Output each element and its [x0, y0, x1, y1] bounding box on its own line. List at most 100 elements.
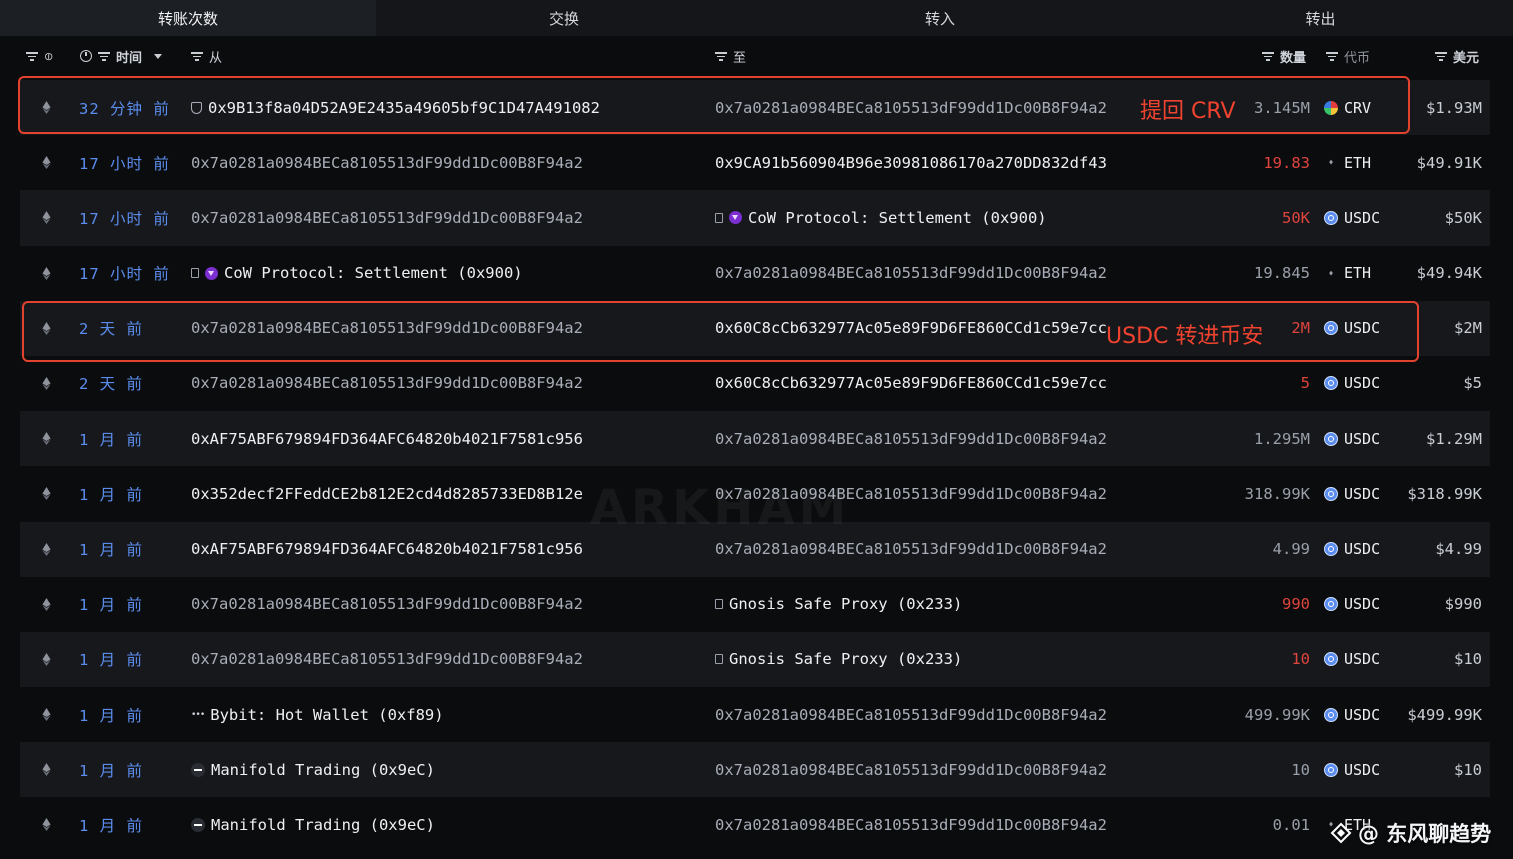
table-row[interactable]: 1 月 前 ••• Bybit: Hot Wallet (0xf89) 0x7a0… — [20, 687, 1490, 742]
header-usd[interactable]: 美元 — [1435, 36, 1479, 76]
time-ago[interactable]: 1 月 前 — [79, 632, 143, 687]
header-token[interactable]: 代币 — [1326, 36, 1370, 76]
token[interactable]: USDC — [1324, 411, 1380, 466]
from-address[interactable]: 0xAF75ABF679894FD364AFC64820b4021F7581c9… — [191, 411, 583, 466]
filter-icon[interactable] — [1326, 51, 1338, 61]
header-from[interactable]: 从 — [191, 36, 222, 76]
to-label: CoW Protocol: Settlement (0x900) — [748, 208, 1047, 227]
from-address[interactable]: ••• Bybit: Hot Wallet (0xf89) — [191, 687, 444, 742]
token[interactable]: USDC — [1324, 687, 1380, 742]
to-address[interactable]: 0x7a0281a0984BECa8105513dF99dd1Dc00B8F94… — [715, 797, 1107, 852]
usd-value: $499.99K — [1407, 705, 1482, 724]
time-ago[interactable]: 17 小时 前 — [79, 190, 170, 245]
token[interactable]: USDC — [1324, 466, 1380, 521]
token[interactable]: USDC — [1324, 632, 1380, 687]
from-address[interactable]: CoW Protocol: Settlement (0x900) — [191, 246, 523, 301]
tab-inflow[interactable]: 转入 — [752, 0, 1128, 36]
from-address[interactable]: 0x7a0281a0984BECa8105513dF99dd1Dc00B8F94… — [191, 190, 583, 245]
amount: 990 — [1282, 595, 1310, 614]
table-row[interactable]: 1 月 前 0xAF75ABF679894FD364AFC64820b4021F… — [20, 411, 1490, 467]
from-address[interactable]: Manifold Trading (0x9eC) — [191, 742, 435, 797]
tab-swaps[interactable]: 交换 — [376, 0, 752, 36]
to-address[interactable]: 0x7a0281a0984BECa8105513dF99dd1Dc00B8F94… — [715, 411, 1107, 466]
filter-icon[interactable] — [1435, 51, 1447, 61]
to-address[interactable]: 0x7a0281a0984BECa8105513dF99dd1Dc00B8F94… — [715, 246, 1107, 301]
time-ago[interactable]: 1 月 前 — [79, 797, 143, 852]
header-from-label: 从 — [209, 50, 223, 66]
table-row[interactable]: 17 小时 前 CoW Protocol: Settlement (0x900)… — [20, 246, 1490, 301]
from-address[interactable]: 0xAF75ABF679894FD364AFC64820b4021F7581c9… — [191, 522, 583, 577]
annotation-usdc: USDC 转进币安 — [1106, 324, 1264, 349]
token[interactable]: USDC — [1324, 742, 1380, 797]
bybit-icon: ••• — [191, 709, 205, 720]
time-ago[interactable]: 17 小时 前 — [79, 246, 170, 301]
table-row[interactable]: 1 月 前 0x7a0281a0984BECa8105513dF99dd1Dc0… — [20, 577, 1490, 632]
amount: 4.99 — [1272, 540, 1310, 558]
amount: 50K — [1282, 208, 1310, 227]
contract-doc-icon — [715, 599, 723, 610]
brand-label: @ 东风聊趋势 — [1358, 822, 1492, 846]
token[interactable]: USDC — [1324, 190, 1380, 245]
table-row[interactable]: 17 小时 前 0x7a0281a0984BECa8105513dF99dd1D… — [20, 190, 1490, 246]
ethereum-chain-icon — [40, 411, 52, 466]
time-ago[interactable]: 17 小时 前 — [79, 135, 170, 190]
tab-transfers[interactable]: 转账次数 — [0, 0, 376, 36]
usd-value: $10 — [1454, 760, 1482, 779]
filter-icon[interactable] — [26, 51, 38, 61]
token[interactable]: ♦ ETH — [1324, 246, 1372, 301]
from-address[interactable]: 0x7a0281a0984BECa8105513dF99dd1Dc00B8F94… — [191, 632, 583, 687]
tab-outflow[interactable]: 转出 — [1128, 0, 1513, 36]
link-icon[interactable]: ⊘ — [41, 48, 57, 64]
table-row[interactable]: 1 月 前 0x7a0281a0984BECa8105513dF99dd1Dc0… — [20, 631, 1490, 688]
token-label: USDC — [1344, 429, 1381, 448]
filter-icon[interactable] — [715, 51, 727, 61]
usdc-token-icon — [1324, 707, 1338, 722]
token[interactable]: USDC — [1324, 356, 1380, 411]
token-label: USDC — [1344, 595, 1381, 614]
sort-caret-icon[interactable] — [154, 53, 163, 59]
from-address[interactable]: 0x352decf2FFeddCE2b812E2cd4d8285733ED8B1… — [191, 466, 583, 521]
table-row[interactable]: 1 月 前 Manifold Trading (0x9eC) 0x7a0281a… — [20, 797, 1490, 852]
from-address[interactable]: 0x7a0281a0984BECa8105513dF99dd1Dc00B8F94… — [191, 356, 583, 411]
table-row[interactable]: 1 月 前 Manifold Trading (0x9eC) 0x7a0281a… — [20, 742, 1490, 798]
time-ago[interactable]: 1 月 前 — [79, 411, 143, 466]
usd-value: $990 — [1444, 595, 1482, 614]
amount: 0.01 — [1272, 815, 1310, 834]
time-ago[interactable]: 1 月 前 — [79, 522, 143, 577]
token[interactable]: USDC — [1324, 577, 1380, 632]
filter-icon[interactable] — [1262, 51, 1274, 61]
from-label: CoW Protocol: Settlement (0x900) — [224, 264, 523, 283]
header-amount[interactable]: 数量 — [1262, 36, 1306, 76]
from-address[interactable]: 0x7a0281a0984BECa8105513dF99dd1Dc00B8F94… — [191, 577, 583, 632]
time-ago[interactable]: 1 月 前 — [79, 687, 143, 742]
table-row[interactable]: 2 天 前 0x7a0281a0984BECa8105513dF99dd1Dc0… — [20, 356, 1490, 411]
to-address[interactable]: 0x7a0281a0984BECa8105513dF99dd1Dc00B8F94… — [715, 687, 1107, 742]
token[interactable]: USDC — [1324, 522, 1380, 577]
filter-icon[interactable] — [98, 51, 110, 61]
to-address[interactable]: 0x9CA91b560904B96e30981086170a270DD832df… — [715, 135, 1107, 190]
to-address[interactable]: Gnosis Safe Proxy (0x233) — [715, 577, 962, 632]
header-usd-label: 美元 — [1453, 50, 1480, 66]
filter-icon[interactable] — [191, 51, 203, 61]
amount: 499.99K — [1244, 705, 1310, 724]
to-address[interactable]: 0x60C8cCb632977Ac05e89F9D6FE860CCd1c59e7… — [715, 356, 1107, 411]
header-time[interactable]: 时间 — [80, 36, 163, 76]
time-ago[interactable]: 1 月 前 — [79, 742, 143, 797]
time-ago[interactable]: 1 月 前 — [79, 466, 143, 521]
from-label: Manifold Trading (0x9eC) — [211, 760, 435, 779]
ethereum-chain-icon — [40, 742, 52, 797]
to-label: Gnosis Safe Proxy (0x233) — [729, 650, 963, 669]
ethereum-chain-icon — [40, 687, 52, 742]
header-to[interactable]: 至 — [715, 36, 746, 76]
ethereum-chain-icon — [40, 522, 52, 577]
token[interactable]: ♦ ETH — [1324, 135, 1372, 190]
time-ago[interactable]: 1 月 前 — [79, 577, 143, 632]
from-address[interactable]: 0x7a0281a0984BECa8105513dF99dd1Dc00B8F94… — [191, 135, 583, 190]
time-ago[interactable]: 2 天 前 — [79, 356, 143, 411]
table-row[interactable]: 17 小时 前 0x7a0281a0984BECa8105513dF99dd1D… — [20, 135, 1490, 190]
to-address[interactable]: 0x7a0281a0984BECa8105513dF99dd1Dc00B8F94… — [715, 742, 1107, 797]
to-address[interactable]: CoW Protocol: Settlement (0x900) — [715, 190, 1047, 245]
to-address[interactable]: Gnosis Safe Proxy (0x233) — [715, 632, 962, 687]
from-address[interactable]: Manifold Trading (0x9eC) — [191, 797, 435, 852]
table-header: ⊘ 时间 从 至 数量 代币 美元 — [0, 36, 1513, 76]
